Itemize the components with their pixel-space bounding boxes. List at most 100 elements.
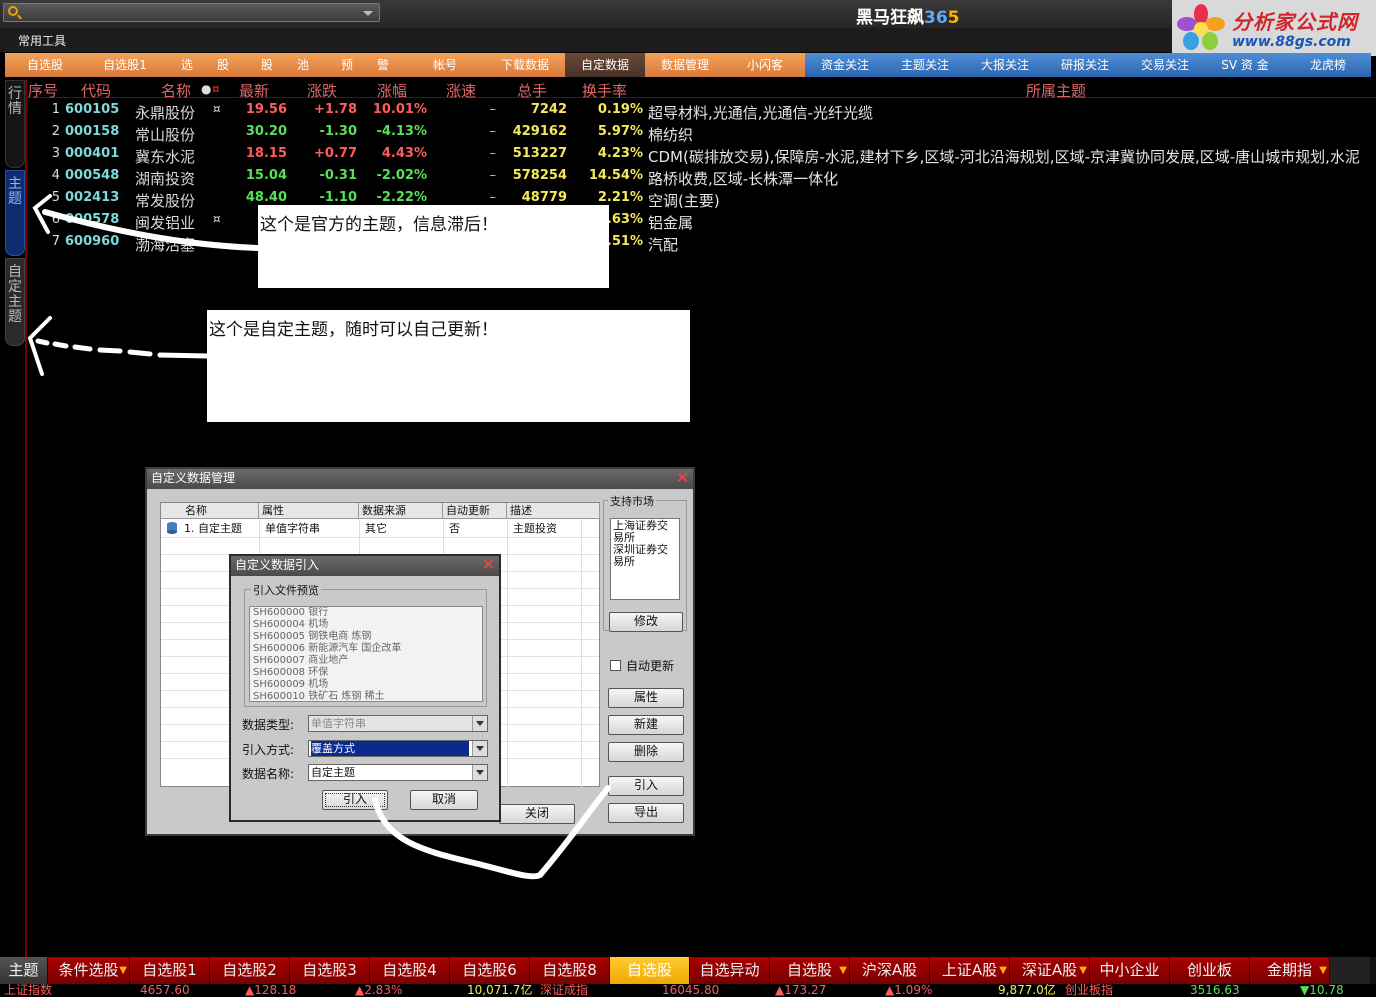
- bottom-tab[interactable]: 自选股2: [210, 957, 290, 984]
- top-tab[interactable]: 小闪客: [725, 53, 805, 77]
- top-tab[interactable]: 数据管理: [645, 53, 725, 77]
- top-tab[interactable]: 股 池: [245, 53, 325, 77]
- top-tab[interactable]: 下载数据: [485, 53, 565, 77]
- close-icon[interactable]: ✕: [481, 557, 496, 573]
- search-input[interactable]: [3, 3, 380, 22]
- table-row[interactable]: 6000578闽发铝业¤43.63%铝金属: [27, 209, 1376, 232]
- table-row[interactable]: 4 000548 湖南投资 15.04 -0.31 -2.02% –578254 14.54%…: [27, 165, 1376, 188]
- side-tab-theme[interactable]: 主题: [5, 170, 25, 256]
- close-icon[interactable]: ✕: [675, 470, 690, 486]
- top-tab[interactable]: 自选股1: [85, 53, 165, 77]
- menu-item-tools[interactable]: 常用工具: [18, 32, 66, 49]
- cancel-button[interactable]: 取消: [410, 790, 478, 810]
- col-percent-header[interactable]: 涨幅: [377, 80, 407, 101]
- bottom-tab[interactable]: 主题: [0, 957, 48, 984]
- bottom-tab[interactable]: 自选股3: [290, 957, 370, 984]
- import-mode-select[interactable]: 覆盖方式: [308, 740, 488, 757]
- top-tab[interactable]: 自选股: [5, 53, 85, 77]
- table-row[interactable]: 5 002413 常发股份 48.40 -1.10 -2.22% – 48779 2.21% 空调…: [27, 187, 1376, 210]
- bottom-tab[interactable]: 自选异动: [690, 957, 770, 984]
- top-tab[interactable]: 交易关注: [1125, 53, 1205, 77]
- top-tab[interactable]: 研报关注: [1045, 53, 1125, 77]
- col-mark-header[interactable]: ●: [201, 82, 211, 96]
- market-item-sh[interactable]: 上海证券交易所: [613, 520, 677, 544]
- grid-col-name[interactable]: 名称: [161, 503, 259, 519]
- bottom-tab[interactable]: 金期指: [1250, 957, 1330, 984]
- close-button[interactable]: 关闭: [499, 804, 575, 824]
- col-change-header[interactable]: 涨跌: [307, 80, 337, 101]
- col-seq-header[interactable]: 序号: [28, 80, 58, 101]
- chevron-down-icon[interactable]: [472, 765, 487, 780]
- dialog-title-bar[interactable]: 自定义数据引入 ✕: [231, 556, 499, 576]
- market-list[interactable]: 上海证券交易所 深圳证券交易所: [610, 518, 680, 600]
- grid-col-desc[interactable]: 描述: [507, 503, 600, 519]
- bottom-tab[interactable]: 沪深A股: [850, 957, 930, 984]
- top-tab[interactable]: SV 资 金: [1205, 53, 1285, 77]
- file-preview-list[interactable]: SH600000 银行 SH600004 机场 SH600005 钢铁电商 炼钢…: [249, 606, 483, 702]
- grid-cell-name[interactable]: 1. 自定主题: [181, 520, 242, 537]
- ticker-cy-name[interactable]: 创业板指: [1065, 984, 1113, 996]
- import-confirm-button[interactable]: 引入: [322, 790, 388, 810]
- top-tab[interactable]: 帐号: [405, 53, 485, 77]
- col-turnover-header[interactable]: 换手率: [582, 80, 627, 101]
- bottom-tab[interactable]: 自选股8: [530, 957, 610, 984]
- chevron-down-icon[interactable]: [363, 11, 373, 16]
- bottom-tab[interactable]: 深证A股: [1010, 957, 1090, 984]
- new-button[interactable]: 新建: [608, 715, 684, 735]
- cell-code: 000578: [65, 212, 120, 227]
- dialog-title-bar[interactable]: 自定义数据管理 ✕: [147, 469, 693, 489]
- modify-button[interactable]: 修改: [609, 612, 683, 632]
- bottom-tab[interactable]: 上证A股: [930, 957, 1010, 984]
- col-volume-header[interactable]: 总手: [517, 80, 547, 101]
- side-tab-quotes[interactable]: 行情: [5, 80, 25, 168]
- ticker-sh-name[interactable]: 上证指数: [4, 984, 52, 996]
- tab-scroll-arrows[interactable]: [1330, 957, 1370, 984]
- top-tab[interactable]: 预 警: [325, 53, 405, 77]
- col-flag-header[interactable]: ¤: [212, 82, 220, 96]
- top-tab[interactable]: 大报关注: [965, 53, 1045, 77]
- table-row[interactable]: 1 600105 永鼎股份 ¤ 19.56 +1.78 10.01% – 7242 0.19% 超导…: [27, 99, 1376, 122]
- table-row[interactable]: 2 000158 常山股份 30.20 -1.30 -4.13% –429162 5.97% 棉…: [27, 121, 1376, 144]
- top-tab[interactable]: 龙虎榜: [1285, 53, 1371, 77]
- top-tab[interactable]: 主题关注: [885, 53, 965, 77]
- bottom-tab[interactable]: 创业板: [1170, 957, 1250, 984]
- market-item-sz[interactable]: 深圳证券交易所: [613, 544, 677, 568]
- table-row[interactable]: 7600960渤海活塞10.51%汽配: [27, 231, 1376, 254]
- import-button[interactable]: 引入: [608, 776, 684, 796]
- bottom-tab[interactable]: 自选股4: [370, 957, 450, 984]
- grid-cell-auto-update[interactable]: 否: [446, 520, 460, 537]
- export-button[interactable]: 导出: [608, 803, 684, 823]
- grid-cell-source[interactable]: 其它: [362, 520, 387, 537]
- col-price-header[interactable]: 最新: [239, 80, 269, 101]
- bottom-tab[interactable]: 条件选股: [48, 957, 130, 984]
- side-tab-custom-theme[interactable]: 自定主题: [5, 258, 25, 346]
- grid-col-attr[interactable]: 属性: [259, 503, 359, 519]
- grid-cell-attr[interactable]: 单值字符串: [262, 520, 320, 537]
- top-tab[interactable]: 资金关注: [805, 53, 885, 77]
- bottom-tab[interactable]: 自选股: [610, 957, 690, 984]
- ticker-sz-name[interactable]: 深证成指: [540, 984, 588, 996]
- auto-update-checkbox[interactable]: [610, 660, 621, 671]
- data-type-select[interactable]: 单值字符串: [308, 715, 488, 732]
- top-tab[interactable]: 选 股: [165, 53, 245, 77]
- attributes-button[interactable]: 属性: [608, 688, 684, 708]
- bottom-tab[interactable]: 自选股6: [450, 957, 530, 984]
- grid-col-auto-update[interactable]: 自动更新: [443, 503, 507, 519]
- bottom-tab[interactable]: 自选股1: [130, 957, 210, 984]
- data-name-select[interactable]: 自定主题: [308, 764, 488, 781]
- col-code-header[interactable]: 代码: [81, 80, 111, 101]
- table-row[interactable]: 3 000401 冀东水泥 18.15 +0.77 4.43% –513227 4.23% CD…: [27, 143, 1376, 166]
- grid-cell-desc[interactable]: 主题投资: [510, 520, 557, 537]
- bottom-tab[interactable]: 自选股: [770, 957, 850, 984]
- col-name-header[interactable]: 名称: [161, 80, 191, 101]
- preview-line: SH600004 机场: [253, 619, 329, 630]
- bottom-tab[interactable]: 中小企业: [1090, 957, 1170, 984]
- file-preview-group: 引入文件预览 SH600000 银行 SH600004 机场 SH600005 …: [244, 582, 487, 707]
- col-speed-header[interactable]: 涨速: [446, 80, 476, 101]
- grid-col-source[interactable]: 数据来源: [359, 503, 443, 519]
- delete-button[interactable]: 删除: [608, 742, 684, 762]
- top-tab[interactable]: 自定数据: [565, 53, 645, 77]
- chevron-down-icon[interactable]: [472, 741, 487, 756]
- col-theme-header[interactable]: 所属主题: [1026, 80, 1086, 101]
- chevron-down-icon[interactable]: [472, 716, 487, 731]
